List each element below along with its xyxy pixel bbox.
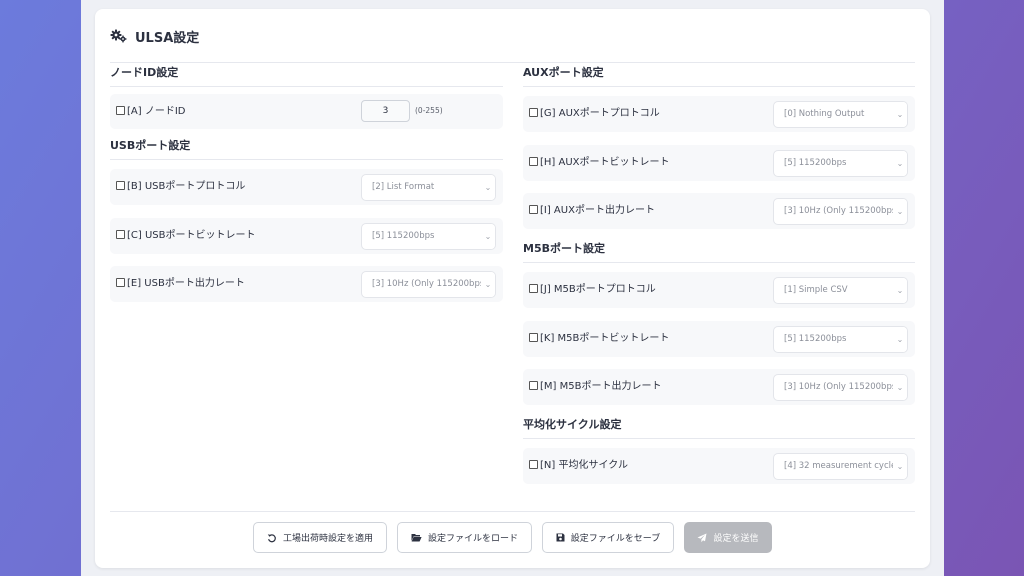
checkbox-m5b-bitrate[interactable] [529,333,538,342]
m5b-output-rate-select[interactable]: [3] 10Hz (Only 115200bps) ⌄ [773,374,908,401]
setting-row-aux-output-rate: [I] AUXポート出力レート [3] 10Hz (Only 115200bps… [523,193,915,229]
setting-row-m5b-output-rate: [M] M5Bポート出力レート [3] 10Hz (Only 115200bps… [523,369,915,405]
save-settings-file-button[interactable]: 設定ファイルをセーブ [542,522,674,553]
averaging-cycle-select[interactable]: [4] 32 measurement cycles ⌄ [773,453,908,480]
section-divider [110,159,503,160]
footer-divider [110,511,915,512]
chevron-down-icon: ⌄ [481,224,495,249]
gears-icon [110,29,127,43]
setting-row-aux-protocol: [G] AUXポートプロトコル [0] Nothing Output ⌄ [523,96,915,132]
checkbox-aux-bitrate[interactable] [529,157,538,166]
chevron-down-icon: ⌄ [481,175,495,200]
checkbox-m5b-protocol[interactable] [529,284,538,293]
title-divider [110,62,915,63]
setting-label: [E] USBポート出力レート [127,278,245,289]
select-value: [1] Simple CSV [784,285,848,295]
section-divider [110,86,503,87]
aux-bitrate-select[interactable]: [5] 115200bps ⌄ [773,150,908,177]
chevron-down-icon: ⌄ [893,375,907,400]
setting-row-usb-output-rate: [E] USBポート出力レート [3] 10Hz (Only 115200bps… [110,266,503,302]
apply-factory-settings-button[interactable]: 工場出荷時設定を適用 [253,522,387,553]
setting-label: [N] 平均化サイクル [540,460,628,471]
aux-output-rate-select[interactable]: [3] 10Hz (Only 115200bps) ⌄ [773,198,908,225]
checkbox-usb-bitrate[interactable] [116,230,125,239]
section-divider [523,262,915,263]
m5b-bitrate-select[interactable]: [5] 115200bps ⌄ [773,326,908,353]
m5b-protocol-select[interactable]: [1] Simple CSV ⌄ [773,277,908,304]
load-settings-file-button[interactable]: 設定ファイルをロード [397,522,532,553]
folder-open-icon [411,533,422,542]
node-id-input[interactable]: 3 [361,100,410,122]
setting-label: [J] M5Bポートプロトコル [540,284,656,295]
section-heading-m5b: M5Bポート設定 [523,242,605,255]
section-heading-aux: AUXポート設定 [523,66,604,79]
select-value: [5] 115200bps [784,158,847,168]
chevron-down-icon: ⌄ [481,272,495,297]
usb-protocol-select[interactable]: [2] List Format ⌄ [361,174,496,201]
setting-row-node-id: [A] ノードID 3 (0-255) [110,94,503,129]
checkbox-aux-output-rate[interactable] [529,205,538,214]
send-settings-button[interactable]: 設定を送信 [684,522,772,553]
checkbox-aux-protocol[interactable] [529,108,538,117]
chevron-down-icon: ⌄ [893,454,907,479]
section-divider [523,86,915,87]
setting-row-m5b-protocol: [J] M5Bポートプロトコル [1] Simple CSV ⌄ [523,272,915,308]
setting-row-usb-bitrate: [C] USBポートビットレート [5] 115200bps ⌄ [110,218,503,254]
setting-label: [I] AUXポート出力レート [540,205,655,216]
usb-output-rate-select[interactable]: [3] 10Hz (Only 115200bps) ⌄ [361,271,496,298]
chevron-down-icon: ⌄ [893,278,907,303]
checkbox-node-id[interactable] [116,106,125,115]
setting-label: [G] AUXポートプロトコル [540,108,660,119]
setting-label: [K] M5Bポートビットレート [540,333,670,344]
select-value: [3] 10Hz (Only 115200bps) [784,382,900,392]
setting-label: [H] AUXポートビットレート [540,157,670,168]
floppy-disk-icon [556,533,565,542]
undo-icon [267,533,277,543]
paper-plane-icon [697,533,707,543]
select-value: [3] 10Hz (Only 115200bps) [372,279,488,289]
card-title-text: ULSA設定 [135,30,200,46]
range-hint: (0-255) [415,106,443,115]
button-label: 工場出荷時設定を適用 [282,534,373,544]
setting-label: [M] M5Bポート出力レート [540,381,662,392]
section-heading-averaging: 平均化サイクル設定 [523,418,622,431]
chevron-down-icon: ⌄ [893,151,907,176]
aux-protocol-select[interactable]: [0] Nothing Output ⌄ [773,101,908,128]
setting-label: [B] USBポートプロトコル [127,181,246,192]
chevron-down-icon: ⌄ [893,102,907,127]
usb-bitrate-select[interactable]: [5] 115200bps ⌄ [361,223,496,250]
setting-row-m5b-bitrate: [K] M5Bポートビットレート [5] 115200bps ⌄ [523,321,915,357]
select-value: [2] List Format [372,182,435,192]
setting-label: [C] USBポートビットレート [127,230,256,241]
button-label: 設定ファイルをセーブ [570,534,661,544]
setting-label: [A] ノードID [127,106,186,117]
select-value: [0] Nothing Output [784,109,865,119]
checkbox-usb-protocol[interactable] [116,181,125,190]
section-heading-node-id: ノードID設定 [110,66,179,79]
select-value: [5] 115200bps [372,231,435,241]
button-label: 設定を送信 [713,534,759,544]
section-divider [523,438,915,439]
select-value: [4] 32 measurement cycles [784,461,901,471]
setting-row-usb-protocol: [B] USBポートプロトコル [2] List Format ⌄ [110,169,503,205]
select-value: [5] 115200bps [784,334,847,344]
section-heading-usb: USBポート設定 [110,139,191,152]
button-label: 設定ファイルをロード [427,534,518,544]
chevron-down-icon: ⌄ [893,199,907,224]
checkbox-usb-output-rate[interactable] [116,278,125,287]
card-title: ULSA設定 [110,27,200,46]
checkbox-m5b-output-rate[interactable] [529,381,538,390]
checkbox-averaging-cycle[interactable] [529,460,538,469]
chevron-down-icon: ⌄ [893,327,907,352]
setting-row-aux-bitrate: [H] AUXポートビットレート [5] 115200bps ⌄ [523,145,915,181]
select-value: [3] 10Hz (Only 115200bps) [784,206,900,216]
setting-row-averaging-cycle: [N] 平均化サイクル [4] 32 measurement cycles ⌄ [523,448,915,484]
